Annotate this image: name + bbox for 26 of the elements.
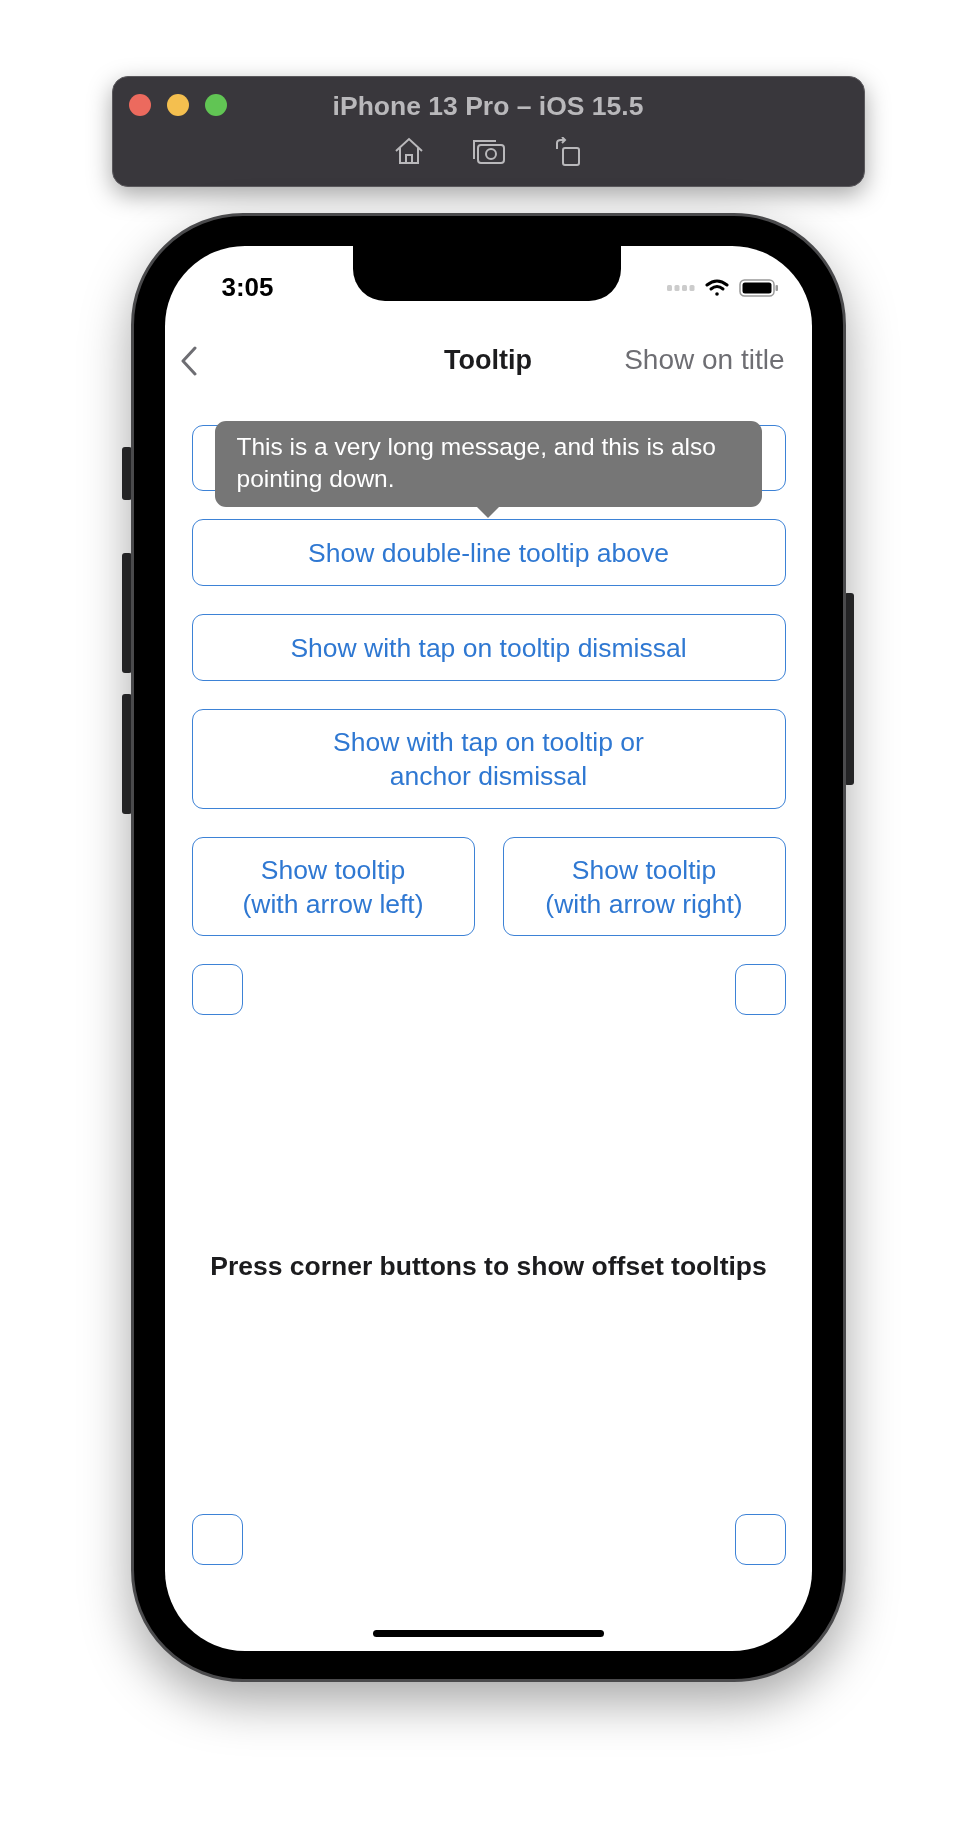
corner-button[interactable] [191, 964, 243, 1015]
status-time: 3:05 [221, 271, 274, 303]
tooltip-demo-button[interactable]: Show double-line tooltip above [191, 519, 786, 586]
minimize-button[interactable] [166, 94, 189, 116]
battery-icon [738, 279, 779, 297]
tooltip-arrow-icon [476, 507, 499, 518]
screen-title: Tooltip [444, 345, 532, 376]
window-title: iPhone 13 Pro – iOS 15.5 [332, 91, 644, 122]
zoom-button[interactable] [204, 94, 227, 116]
tooltip-demo-button[interactable]: Show with tap on tooltip or anchor dismissal [191, 709, 786, 809]
camera-icon[interactable] [472, 137, 506, 165]
corner-button[interactable] [734, 1514, 786, 1565]
hint-text: Press corner buttons to show offset tooltips [210, 1251, 767, 1282]
signal-icon [666, 284, 695, 292]
tooltip-demo-button[interactable]: Show tooltip (with arrow left) [191, 837, 475, 936]
tooltip-demo-button[interactable]: Show tooltip (with arrow right) [502, 837, 786, 936]
tooltip: This is a very long message, and this is also pointing down. [214, 421, 762, 507]
corner-button[interactable] [191, 1514, 243, 1565]
tooltip-demo-button[interactable]: Show with tap on tooltip dismissal [191, 614, 786, 681]
close-button[interactable] [128, 94, 151, 116]
wifi-icon [704, 279, 729, 297]
home-icon[interactable] [394, 137, 424, 165]
back-icon[interactable] [180, 346, 197, 376]
corner-button[interactable] [734, 964, 786, 1015]
rotate-icon[interactable] [554, 137, 582, 167]
show-on-title-button[interactable]: Show on title [624, 344, 785, 376]
